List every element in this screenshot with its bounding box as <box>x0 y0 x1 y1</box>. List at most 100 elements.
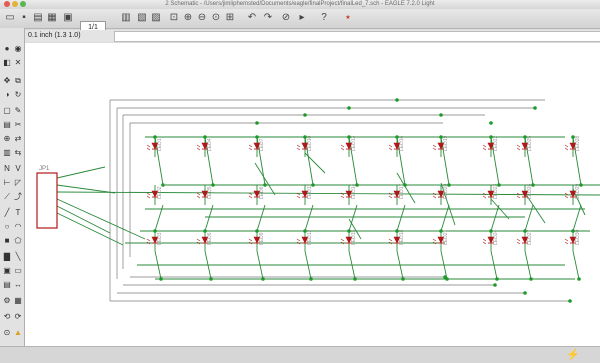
connector-label: JP1 <box>39 166 50 172</box>
zoom-in-icon[interactable]: ⊕ <box>182 12 194 24</box>
led-ray <box>196 147 201 151</box>
go-icon[interactable]: ▸ <box>296 12 308 24</box>
name-icon[interactable]: N <box>2 164 12 174</box>
replace-icon[interactable]: ▥ <box>2 148 12 158</box>
attribute-icon[interactable]: ▤ <box>2 280 12 290</box>
ratsnest-icon[interactable]: ⟲ <box>2 312 12 322</box>
board-icon[interactable]: ▣ <box>62 12 74 24</box>
errors-icon[interactable]: ▦ <box>13 296 23 306</box>
smash-icon[interactable]: ⊢ <box>2 178 12 188</box>
update-icon[interactable]: ⊙ <box>2 328 12 338</box>
junction-dot <box>161 183 165 187</box>
connector-jp1[interactable]: JP1 <box>36 166 58 229</box>
led-ray <box>146 144 151 148</box>
gateswap-icon[interactable]: ⇆ <box>13 148 23 158</box>
net-wire <box>304 152 326 174</box>
circle-icon[interactable]: ○ <box>2 222 12 232</box>
schematic-canvas[interactable]: LED1 LED2 LED3 LED4 LED5 LED6 LED7 LED8 LED9 LED1… <box>25 43 600 346</box>
led-ray <box>482 195 487 199</box>
miter-icon[interactable]: ◸ <box>13 178 23 188</box>
junction-icon[interactable]: ▣ <box>2 266 12 276</box>
sync-icon[interactable]: ⟳ <box>13 312 23 322</box>
split-icon[interactable]: ⟋ <box>2 192 12 202</box>
led-label: LED28 <box>575 135 581 151</box>
junction-dot <box>495 277 499 281</box>
junction-dot <box>571 229 575 233</box>
open-icon[interactable]: ▭ <box>4 12 16 24</box>
zoom-redraw-icon[interactable]: ⊙ <box>210 12 222 24</box>
help-icon[interactable]: ? <box>318 12 330 24</box>
delete-icon[interactable]: ✂ <box>13 120 23 130</box>
ulp-icon[interactable]: ▨ <box>150 12 162 24</box>
text-icon[interactable]: T <box>13 208 23 218</box>
polygon-icon[interactable]: ⬠ <box>13 236 23 246</box>
stop-icon[interactable]: ⊘ <box>280 12 292 24</box>
junction-dot <box>309 277 313 281</box>
main-toolbar: ▭ ▪ ▤ ▦ ▣ 1/1 ▥ ▧ ▨ ⊡ ⊕ ⊖ ⊙ ⊞ ↶ ↷ ⊘ ▸ ? … <box>0 9 600 34</box>
undo-icon[interactable]: ↶ <box>246 12 258 24</box>
warning-icon[interactable]: ▲ <box>13 328 23 338</box>
library-icon[interactable]: ▥ <box>120 12 132 24</box>
led-parts: LED1 LED2 LED3 LED4 LED5 LED6 LED7 LED8 LED9 LED1… <box>146 135 581 245</box>
rect-icon[interactable]: ■ <box>2 236 12 246</box>
redo-icon[interactable]: ↷ <box>262 12 274 24</box>
zoom-select-icon[interactable]: ⊞ <box>224 12 236 24</box>
mirror-icon[interactable]: ◑ <box>2 90 12 100</box>
save-icon[interactable]: ▪ <box>18 12 30 24</box>
dimension-icon[interactable]: ↔ <box>13 280 23 290</box>
tool-sidebar: ● ◉ ◧ ✕ ✥ ⧉ ◑ ↻ ▢ ✎ ▤ ✂ ⊕ ⇄ ▥ ⇆ N V ⊢ ◸ … <box>0 28 25 346</box>
invoke-icon[interactable]: ⤴ <box>13 192 23 202</box>
add-icon[interactable]: ⊕ <box>2 134 12 144</box>
zoom-fit-icon[interactable]: ⊡ <box>168 12 180 24</box>
bus-icon[interactable]: ▇ <box>2 252 12 262</box>
led-ray <box>516 238 521 242</box>
led-label: LED12 <box>307 229 313 245</box>
move-icon[interactable]: ✥ <box>2 76 12 86</box>
led-label: LED18 <box>399 229 405 245</box>
led-ray <box>482 147 487 151</box>
led-label: LED10 <box>307 135 313 151</box>
led-ray <box>340 238 345 242</box>
pinswap-icon[interactable]: ⇄ <box>13 134 23 144</box>
led-ray <box>146 147 151 151</box>
net-icon[interactable]: ╲ <box>13 252 23 262</box>
arc-icon[interactable]: ◠ <box>13 222 23 232</box>
led-ray <box>146 195 151 199</box>
led-ray <box>296 238 301 242</box>
command-row: 0.1 inch (1.3 1.0) <box>24 30 600 42</box>
info-icon[interactable]: ● <box>2 44 12 54</box>
led-ray <box>296 195 301 199</box>
led-ray <box>482 238 487 242</box>
led-ray <box>482 241 487 245</box>
script-icon[interactable]: ▧ <box>136 12 148 24</box>
net-wires <box>56 99 600 302</box>
connector-body <box>36 172 58 229</box>
show-icon[interactable]: ◉ <box>13 44 23 54</box>
wire-icon[interactable]: ╱ <box>2 208 12 218</box>
design-link-icon[interactable]: ★ <box>340 12 356 24</box>
group-icon[interactable]: ▢ <box>2 106 12 116</box>
print-icon[interactable]: ▤ <box>32 12 44 24</box>
junction-dot <box>489 229 493 233</box>
display-icon[interactable]: ◧ <box>2 58 12 68</box>
led-ray <box>564 144 569 148</box>
led-ray <box>296 144 301 148</box>
junction-dot <box>303 135 307 139</box>
cam-icon[interactable]: ▦ <box>46 12 58 24</box>
change-icon[interactable]: ✎ <box>13 106 23 116</box>
led-label: LED15 <box>351 229 357 245</box>
junction-dot <box>355 183 359 187</box>
zoom-out-icon[interactable]: ⊖ <box>196 12 208 24</box>
mark-icon[interactable]: ✕ <box>13 58 23 68</box>
led-label: LED21 <box>443 229 449 245</box>
rotate-icon[interactable]: ↻ <box>13 90 23 100</box>
label-icon[interactable]: ▭ <box>13 266 23 276</box>
value-icon[interactable]: V <box>13 164 23 174</box>
junction-dot <box>443 275 447 279</box>
paste-icon[interactable]: ▤ <box>2 120 12 130</box>
junction-dot <box>523 229 527 233</box>
net-wire <box>572 250 580 280</box>
command-input[interactable] <box>114 31 600 42</box>
copy-icon[interactable]: ⧉ <box>13 76 23 86</box>
erc-icon[interactable]: ⚙ <box>2 296 12 306</box>
